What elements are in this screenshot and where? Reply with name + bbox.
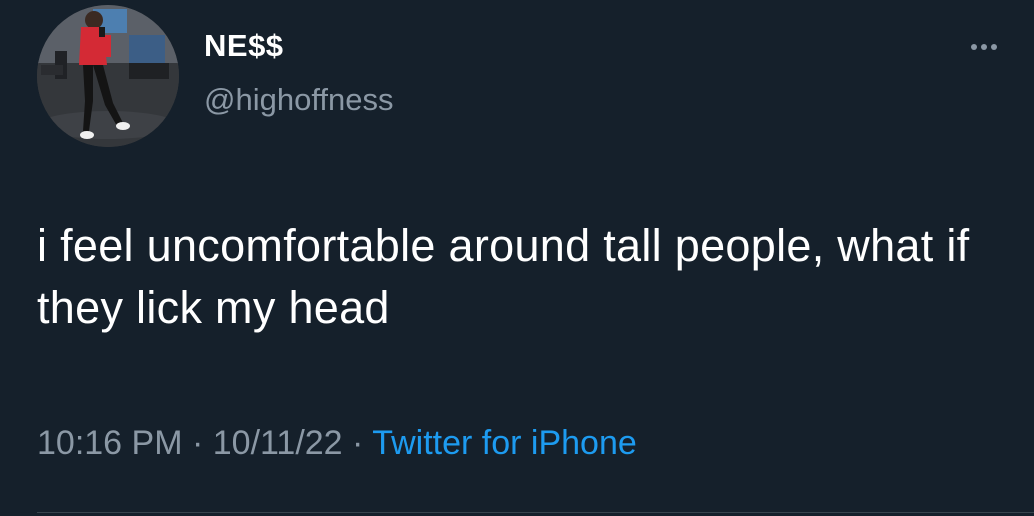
more-dot <box>971 44 977 50</box>
more-dot <box>991 44 997 50</box>
user-handle[interactable]: @highoffness <box>204 82 393 118</box>
avatar-photo <box>37 5 179 147</box>
divider <box>37 512 1034 513</box>
tweet-date[interactable]: 10/11/22 <box>213 424 343 462</box>
display-name[interactable]: NE$$ <box>204 28 284 64</box>
avatar[interactable] <box>37 5 179 147</box>
meta-separator: · <box>352 424 364 462</box>
more-dot <box>981 44 987 50</box>
tweet-meta: 10:16 PM · 10/11/22 · Twitter for iPhone <box>37 424 637 463</box>
tweet-text: i feel uncomfortable around tall people,… <box>37 220 983 333</box>
meta-separator: · <box>191 424 204 462</box>
tweet-source-link[interactable]: Twitter for iPhone <box>372 424 637 462</box>
tweet-card: NE$$ @highoffness i feel uncomfortable a… <box>0 0 1034 516</box>
more-horizontal-icon[interactable] <box>964 32 1004 62</box>
tweet-time[interactable]: 10:16 PM <box>37 424 183 462</box>
